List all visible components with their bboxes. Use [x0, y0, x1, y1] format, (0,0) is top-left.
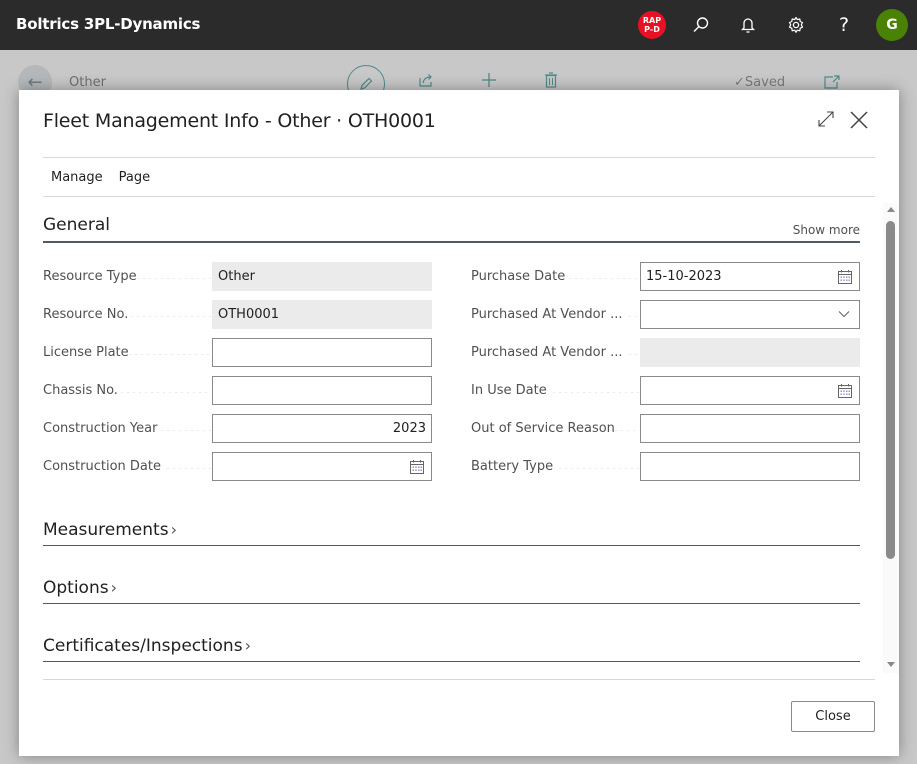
field-resource-no: Resource No. OTH0001 [43, 300, 433, 329]
field-construction-year: Construction Year 2023 [43, 414, 433, 443]
close-button[interactable]: Close [791, 701, 875, 732]
resource-type-field: Other [212, 262, 432, 291]
out-of-service-reason-input[interactable] [640, 414, 860, 443]
resource-no-field: OTH0001 [212, 300, 432, 329]
app-title[interactable]: Boltrics 3PL-Dynamics [16, 15, 200, 33]
scroll-down-arrow-icon[interactable] [887, 662, 895, 667]
field-out-of-service-reason: Out of Service Reason [471, 414, 861, 443]
scroll-up-arrow-icon[interactable] [887, 207, 895, 212]
scrollbar-thumb[interactable] [886, 221, 895, 559]
share-icon[interactable] [418, 72, 434, 92]
top-nav-bar: Boltrics 3PL-Dynamics RAP P-D ? G [0, 0, 917, 50]
environment-badge-line2: P-D [644, 25, 660, 34]
menu-manage[interactable]: Manage [43, 170, 111, 185]
field-label: Resource No. [43, 307, 211, 322]
chevron-right-icon: › [244, 636, 251, 655]
chassis-no-input[interactable] [212, 376, 432, 405]
save-status: ✓Saved [734, 75, 786, 90]
chevron-right-icon: › [170, 520, 177, 539]
construction-date-input[interactable] [212, 452, 432, 481]
field-label: Resource Type [43, 269, 211, 284]
field-construction-date: Construction Date [43, 452, 433, 481]
field-label: Construction Year [43, 421, 211, 436]
field-resource-type: Resource Type Other [43, 262, 433, 291]
header-divider [43, 157, 875, 158]
measurements-section-header[interactable]: Measurements › [43, 520, 860, 546]
field-purchased-at-vendor-no: Purchased At Vendor ... [471, 300, 861, 329]
general-section-title: General [43, 215, 110, 235]
purchased-at-vendor-name-field [640, 338, 860, 367]
field-purchase-date: Purchase Date 15-10-2023 [471, 262, 861, 291]
calendar-icon[interactable] [837, 383, 853, 399]
chevron-right-icon: › [110, 578, 117, 597]
background-page-title: Other [69, 75, 106, 90]
save-status-text: Saved [744, 75, 786, 90]
menu-page[interactable]: Page [111, 170, 158, 185]
options-section-header[interactable]: Options › [43, 578, 860, 604]
help-icon[interactable]: ? [829, 10, 859, 40]
field-chassis-no: Chassis No. [43, 376, 433, 405]
field-label: In Use Date [471, 383, 639, 398]
battery-type-input[interactable] [640, 452, 860, 481]
certificates-inspections-section-header[interactable]: Certificates/Inspections › [43, 636, 860, 662]
purchase-date-input[interactable]: 15-10-2023 [640, 262, 860, 291]
dialog-content: General Show more Resource Type Other Re… [19, 197, 899, 679]
expand-icon[interactable] [817, 110, 837, 130]
add-icon[interactable] [481, 72, 497, 92]
vertical-scrollbar[interactable] [883, 203, 899, 673]
general-section-header[interactable]: General Show more [43, 215, 860, 243]
user-avatar[interactable]: G [876, 9, 908, 41]
chevron-down-icon[interactable] [838, 310, 850, 318]
field-label: Purchase Date [471, 269, 639, 284]
field-in-use-date: In Use Date [471, 376, 861, 405]
field-label: Out of Service Reason [471, 421, 639, 436]
measurements-section-title: Measurements [43, 520, 169, 540]
field-license-plate: License Plate [43, 338, 433, 367]
action-menu: Manage Page [43, 170, 158, 185]
close-icon[interactable] [849, 110, 869, 130]
search-icon[interactable] [686, 10, 716, 40]
field-label: Battery Type [471, 459, 639, 474]
show-more-link[interactable]: Show more [793, 223, 860, 237]
in-use-date-input[interactable] [640, 376, 860, 405]
license-plate-input[interactable] [212, 338, 432, 367]
calendar-icon[interactable] [837, 269, 853, 285]
dialog-title: Fleet Management Info - Other · OTH0001 [43, 110, 436, 132]
field-label: Chassis No. [43, 383, 211, 398]
construction-year-input[interactable]: 2023 [212, 414, 432, 443]
gear-icon[interactable] [781, 10, 811, 40]
footer-divider [43, 679, 875, 680]
environment-badge-line1: RAP [642, 16, 662, 25]
fleet-management-dialog: Fleet Management Info - Other · OTH0001 … [19, 90, 899, 756]
field-label: Purchased At Vendor ... [471, 307, 639, 322]
delete-icon[interactable] [543, 72, 559, 92]
field-battery-type: Battery Type [471, 452, 861, 481]
field-label: Construction Date [43, 459, 211, 474]
certificates-inspections-section-title: Certificates/Inspections [43, 636, 243, 656]
field-label: Purchased At Vendor ... [471, 345, 639, 360]
field-purchased-at-vendor-name: Purchased At Vendor ... [471, 338, 861, 367]
bell-icon[interactable] [733, 10, 763, 40]
purchase-date-value: 15-10-2023 [646, 269, 722, 284]
options-section-title: Options [43, 578, 109, 598]
field-label: License Plate [43, 345, 211, 360]
purchased-at-vendor-select[interactable] [640, 300, 860, 329]
calendar-icon[interactable] [409, 459, 425, 475]
environment-badge[interactable]: RAP P-D [638, 11, 666, 39]
